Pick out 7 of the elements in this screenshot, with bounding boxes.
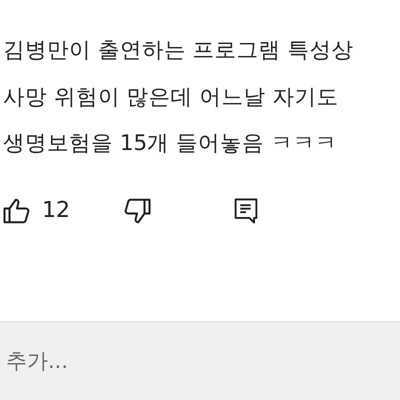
comment-text: 사망 위험이 많은데 어느날 자기도 [3,84,340,112]
comment-icon [232,196,260,226]
comment-text: 생명보험을 15개 들어놓음 ㅋㅋㅋ [3,130,338,158]
reply-button[interactable] [232,196,260,226]
comment-text: 김병만이 출연하는 프로그램 특성상 [3,37,355,65]
like-button[interactable]: 12 [2,196,70,226]
reply-field[interactable]: 추가... [0,322,400,400]
